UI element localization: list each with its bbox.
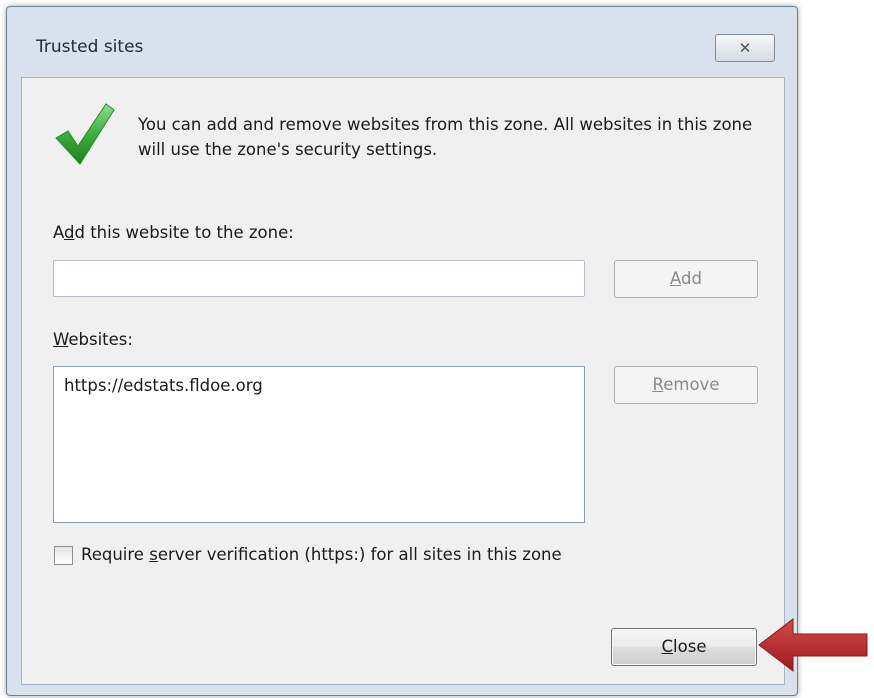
add-website-label: Add this website to the zone: xyxy=(53,223,294,242)
checkmark-icon xyxy=(55,103,115,165)
title-close-button[interactable]: ✕ xyxy=(715,34,775,62)
websites-listbox[interactable]: https://edstats.fldoe.org xyxy=(53,366,585,523)
trusted-sites-dialog: Trusted sites ✕ You can add and remove w… xyxy=(6,6,798,696)
require-verification-label[interactable]: Require server verification (https:) for… xyxy=(81,545,562,564)
dialog-title: Trusted sites xyxy=(36,37,144,57)
add-button[interactable]: Add xyxy=(614,260,758,298)
red-arrow-icon xyxy=(758,617,868,673)
close-icon: ✕ xyxy=(738,39,752,57)
zone-description: You can add and remove websites from thi… xyxy=(138,115,753,159)
screenshot-stage: Trusted sites ✕ You can add and remove w… xyxy=(0,0,874,698)
list-item[interactable]: https://edstats.fldoe.org xyxy=(64,375,574,397)
title-bar: Trusted sites ✕ xyxy=(7,7,797,77)
require-verification-checkbox[interactable] xyxy=(54,546,73,565)
close-button[interactable]: Close xyxy=(611,628,757,666)
websites-label: Websites: xyxy=(53,330,133,349)
remove-button[interactable]: Remove xyxy=(614,366,758,404)
add-website-input[interactable] xyxy=(53,260,585,297)
dialog-body: You can add and remove websites from thi… xyxy=(21,77,785,685)
